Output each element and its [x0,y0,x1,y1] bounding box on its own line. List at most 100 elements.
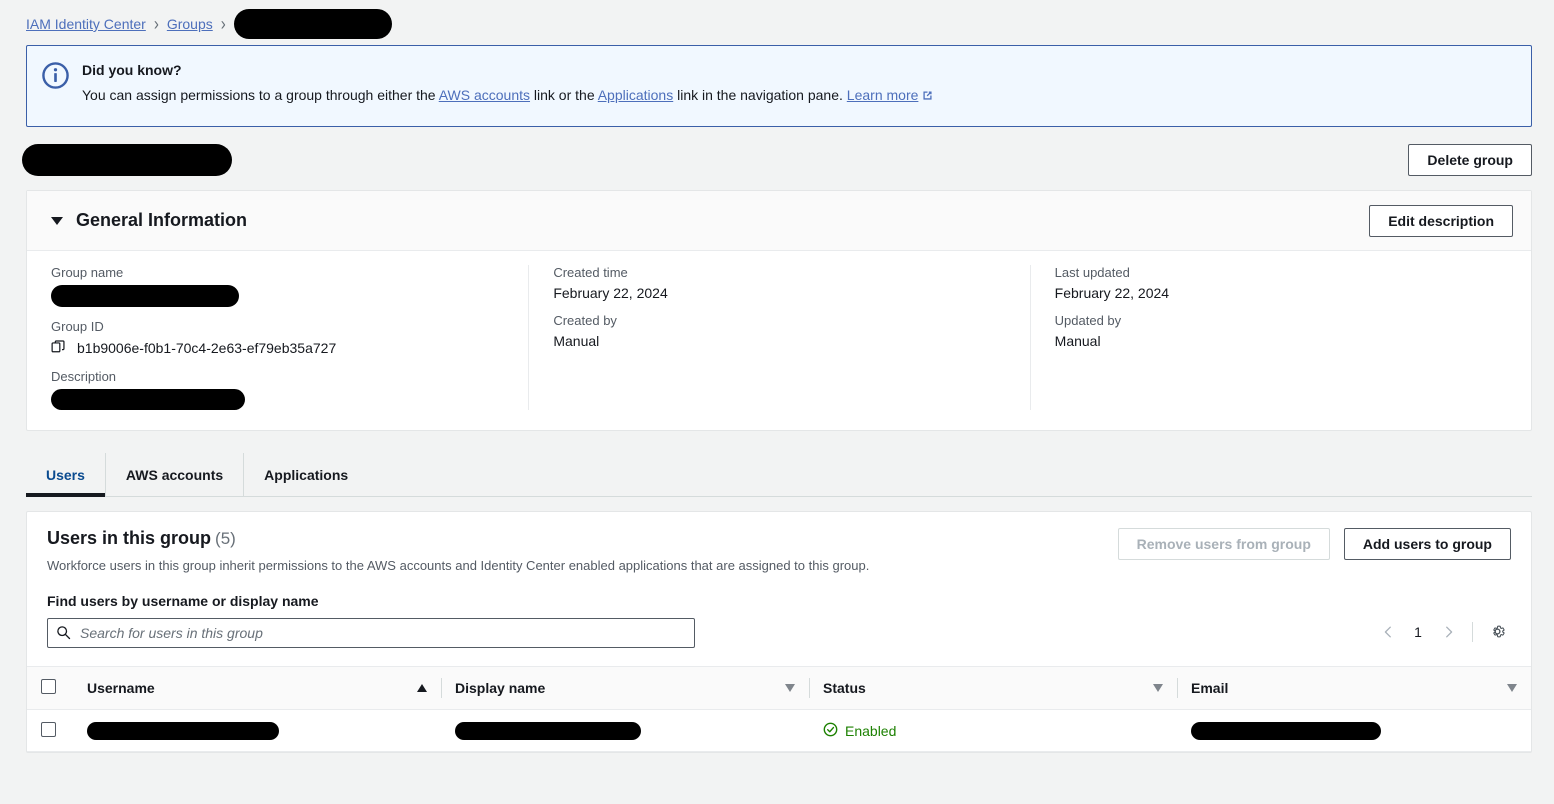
row-select-cell [27,709,73,752]
users-in-group-panel: Users in this group (5) Workforce users i… [26,511,1532,753]
search-label: Find users by username or display name [47,593,319,609]
cell-display-name [441,709,809,752]
users-panel-title-row: Users in this group (5) [47,528,869,549]
remove-users-from-group-button[interactable]: Remove users from group [1117,528,1330,560]
field-created-time: Created time February 22, 2024 [553,265,1005,301]
general-information-title: General Information [76,210,248,230]
info-icon [41,61,70,112]
sort-icon[interactable] [785,684,795,692]
description-redacted [51,389,245,410]
field-updated-by: Updated by Manual [1055,313,1507,349]
status-label: Enabled [845,722,897,739]
breadcrumb-item-group-name-redacted[interactable] [233,9,392,39]
created-time-value: February 22, 2024 [553,285,668,301]
tab-aws-accounts[interactable]: AWS accounts [104,453,243,496]
tab-applications[interactable]: Applications [243,453,368,496]
created-by-label: Created by [553,313,617,328]
cell-username [73,709,441,752]
username-redacted [87,721,279,740]
table-row[interactable]: Enabled [27,709,1531,752]
search-block: Find users by username or display name [47,593,695,648]
banner-link-aws-accounts[interactable]: AWS accounts [439,87,530,103]
add-users-to-group-button[interactable]: Add users to group [1343,528,1511,560]
field-group-id: Group ID b1b9006e-f0b1-70c4-2e63-ef79eb3… [51,319,504,357]
select-all-checkbox[interactable] [41,679,56,694]
description-label: Description [51,369,117,384]
row-checkbox[interactable] [41,721,56,737]
users-panel-count: (5) [215,529,236,548]
display-name-redacted [455,721,641,740]
tab-users-label: Users [46,466,85,483]
collapse-toggle-icon[interactable] [51,216,63,225]
field-created-by: Created by Manual [553,313,1005,349]
cell-status: Enabled [809,709,1177,752]
select-all-header [27,666,73,710]
users-panel-header: Users in this group (5) Workforce users i… [27,512,1531,573]
banner-text-mid1: link or the [530,86,598,103]
pagination-divider [1472,621,1473,642]
users-table-body: Enabled [27,709,1531,752]
details-column-right: Last updated February 22, 2024 Updated b… [1029,265,1531,410]
check-circle-icon [823,722,838,740]
cell-email [1177,709,1531,752]
edit-description-button[interactable]: Edit description [1369,204,1513,237]
breadcrumb: IAM Identity Center › Groups › [0,0,1554,39]
gear-icon[interactable] [1483,618,1511,646]
search-input[interactable] [47,618,695,648]
users-panel-subtitle: Workforce users in this group inherit pe… [47,558,870,573]
created-time-label: Created time [553,265,628,280]
last-updated-value: February 22, 2024 [1054,285,1170,301]
column-header-email[interactable]: Email [1177,666,1531,710]
group-id-value: b1b9006e-f0b1-70c4-2e63-ef79eb35a727 [77,340,337,356]
users-table-head: Username Display name Status Email [27,666,1531,710]
tab-bar: Users AWS accounts Applications [26,453,1532,497]
column-header-status[interactable]: Status [809,666,1177,710]
banner-text-before: You can assign permissions to a group th… [82,86,439,103]
pagination-page-1[interactable]: 1 [1406,624,1430,640]
external-link-icon[interactable] [921,87,934,109]
column-header-username-label: Username [87,680,155,696]
general-information-header: General Information Edit description [27,191,1531,251]
group-id-label: Group ID [51,319,104,334]
last-updated-label: Last updated [1054,265,1130,280]
field-last-updated: Last updated February 22, 2024 [1055,265,1507,301]
search-input-wrap [47,618,695,648]
group-name-label: Group name [51,265,124,280]
pagination-next-button[interactable] [1434,618,1462,646]
description-value [51,389,504,410]
users-table: Username Display name Status Email Enabl… [27,666,1531,752]
column-header-display-name-label: Display name [455,680,546,696]
tab-users[interactable]: Users [26,453,105,497]
banner-text: You can assign permissions to a group th… [82,85,934,109]
details-column-left: Group name Group ID b1b9006e-f0b1-70c4-2… [27,265,528,410]
banner-link-applications[interactable]: Applications [598,87,674,103]
copy-icon[interactable] [51,339,66,357]
tab-applications-label: Applications [264,466,349,483]
field-description: Description [51,369,504,410]
column-header-status-label: Status [823,680,866,696]
details-column-middle: Created time February 22, 2024 Created b… [528,265,1029,410]
sort-icon[interactable] [1507,684,1517,692]
page-title-row: Delete group [22,143,1532,177]
sort-icon[interactable] [1153,684,1163,692]
breadcrumb-separator-icon: › [220,13,226,35]
column-header-username[interactable]: Username [73,666,441,710]
tab-aws-accounts-label: AWS accounts [125,466,224,483]
group-name-value [51,285,504,307]
delete-group-button[interactable]: Delete group [1408,144,1532,176]
column-header-email-label: Email [1191,680,1229,696]
general-information-card: General Information Edit description Gro… [26,190,1532,431]
banner-link-learn-more[interactable]: Learn more [847,87,919,103]
pagination-previous-button[interactable] [1374,618,1402,646]
general-information-details: Group name Group ID b1b9006e-f0b1-70c4-2… [27,251,1531,430]
pagination: 1 [1374,618,1511,646]
search-row: Find users by username or display name 1 [27,573,1531,648]
column-header-display-name[interactable]: Display name [441,666,809,710]
breadcrumb-item-groups[interactable]: Groups [167,16,213,32]
updated-by-value: Manual [1054,333,1101,349]
sort-ascending-icon[interactable] [417,684,427,692]
status-badge: Enabled [823,722,1163,740]
group-id-value-row: b1b9006e-f0b1-70c4-2e63-ef79eb35a727 [51,339,504,357]
breadcrumb-item-iam-identity-center[interactable]: IAM Identity Center [26,16,146,32]
created-by-value: Manual [553,333,600,349]
